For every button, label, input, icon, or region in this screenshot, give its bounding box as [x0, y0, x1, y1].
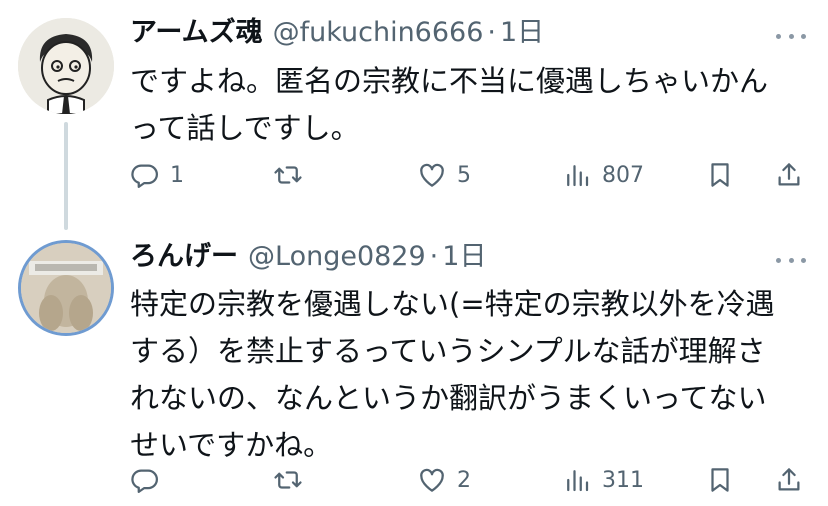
tweet-text: ですよね。匿名の宗教に不当に優遇しちゃいかん って話しですし。: [130, 64, 769, 145]
avatar[interactable]: [18, 18, 114, 114]
retweet-icon: [274, 471, 302, 489]
reply-button[interactable]: 1: [130, 157, 184, 193]
more-dots-icon[interactable]: [776, 31, 806, 41]
more-dots-icon[interactable]: [776, 255, 806, 265]
share-icon: [778, 163, 800, 186]
bookmark-icon: [711, 163, 729, 187]
timestamp[interactable]: 1日: [442, 240, 486, 274]
like-count: 5: [457, 162, 471, 188]
separator-dot: ·: [487, 17, 496, 48]
share-button[interactable]: [774, 157, 804, 193]
bookmark-button[interactable]: [705, 157, 735, 193]
tweet-header: ろんげー @Longe0829 · 1日: [130, 240, 486, 274]
bookmark-icon: [711, 468, 729, 492]
avatar[interactable]: [18, 240, 114, 336]
bookmark-button[interactable]: [705, 462, 735, 498]
cartoon-man-avatar-icon: [18, 18, 114, 114]
views-chart-icon: [567, 165, 589, 187]
share-button[interactable]: [774, 462, 804, 498]
reply-count: 1: [170, 162, 184, 188]
thread-line: [64, 122, 68, 230]
reply-icon: [131, 469, 158, 493]
reply-button[interactable]: [130, 462, 170, 498]
like-count: 2: [457, 467, 471, 493]
user-handle[interactable]: @fukuchin6666: [273, 16, 484, 50]
display-name[interactable]: ろんげー: [130, 240, 238, 274]
retweet-button[interactable]: [273, 157, 313, 193]
share-icon: [778, 468, 800, 491]
view-count: 807: [602, 162, 644, 188]
separator-dot: ·: [429, 241, 439, 272]
timestamp[interactable]: 1日: [500, 16, 544, 50]
heart-icon: [420, 163, 444, 187]
view-count: 311: [602, 467, 644, 493]
retweet-icon: [274, 166, 302, 184]
tweet-header: アームズ魂 @fukuchin6666 · 1日: [130, 16, 544, 50]
reply-icon: [131, 164, 158, 188]
photo-avatar-icon: [21, 243, 111, 333]
retweet-button[interactable]: [273, 462, 313, 498]
views-chart-icon: [567, 470, 589, 492]
like-button[interactable]: 5: [417, 157, 471, 193]
tweet-actions: 1 5 807: [130, 157, 810, 193]
user-handle[interactable]: @Longe0829: [248, 240, 426, 274]
views-button[interactable]: 807: [562, 157, 644, 193]
tweet-actions: 2 311: [130, 462, 810, 498]
tweet-text: 特定の宗教を優遇しない(=特定の宗教以外を冷遇 する）を禁止するっていうシンプル…: [130, 287, 775, 462]
like-button[interactable]: 2: [417, 462, 471, 498]
display-name[interactable]: アームズ魂: [130, 16, 263, 50]
views-button[interactable]: 311: [562, 462, 644, 498]
heart-icon: [420, 468, 444, 492]
